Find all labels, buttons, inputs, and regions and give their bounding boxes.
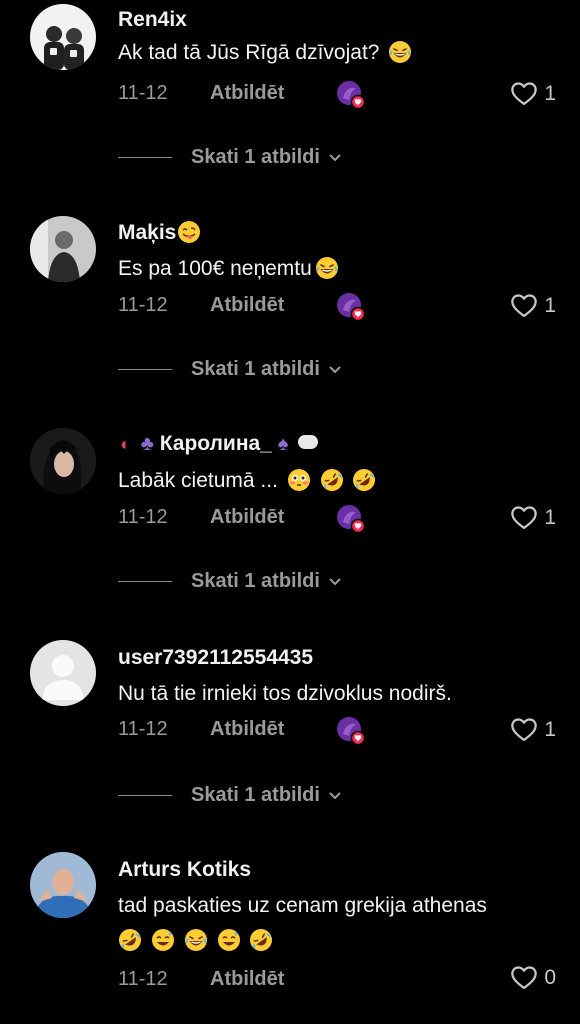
like-count: 0 (544, 966, 556, 989)
reply-button[interactable]: Atbildēt (210, 718, 284, 741)
divider-line (118, 581, 172, 582)
comment-date: 11-12 (118, 506, 168, 528)
comment-text: Es pa 100€ neņemtu (118, 256, 339, 281)
username[interactable]: Arturs Kotiks (118, 858, 251, 882)
comment-text-body: Es pa 100€ neņemtu (118, 257, 312, 280)
like-button[interactable]: 1 (510, 292, 556, 320)
like-count: 1 (544, 82, 556, 105)
comment-emoji-line (118, 928, 273, 953)
view-replies-label: Skati 1 atbildi (191, 784, 320, 806)
heart-outline-icon (510, 964, 538, 992)
divider-line (118, 369, 172, 370)
chevron-down-icon (328, 151, 342, 165)
heart-outline-icon (510, 292, 538, 320)
reply-button[interactable]: Atbildēt (210, 82, 284, 105)
heart-outline-icon (510, 80, 538, 108)
comment-text-body: Labāk cietumā ... (118, 469, 278, 492)
view-replies-label: Skati 1 atbildi (191, 358, 320, 380)
comment-text: Labāk cietumā ... (118, 468, 376, 493)
comment-text: Ak tad tā Jūs Rīgā dzīvojat? (118, 40, 412, 65)
rofl-emoji (352, 468, 376, 492)
reply-button[interactable]: Atbildēt (210, 506, 284, 529)
rofl-emoji (249, 928, 273, 952)
username-text: Maķis (118, 221, 177, 244)
sweat-smile-emoji (151, 928, 175, 952)
fan-icon: ◖ (118, 434, 129, 454)
view-replies-button[interactable]: Skati 1 atbildi (118, 570, 342, 593)
username[interactable]: ◖ ♣ Каролина_ ♠ (118, 432, 319, 456)
like-button[interactable]: 1 (510, 716, 556, 744)
like-button[interactable]: 1 (510, 80, 556, 108)
club-icon: ♣ (140, 433, 154, 455)
spade-icon: ♠ (277, 433, 289, 455)
username-text: Каролина_ (159, 432, 272, 455)
view-replies-label: Skati 1 atbildi (191, 146, 320, 168)
comment-text-body: Ak tad tā Jūs Rīgā dzīvojat? (118, 41, 380, 64)
username[interactable]: Ren4ix (118, 8, 187, 32)
like-button[interactable]: 0 (510, 964, 556, 992)
creator-liked-icon (336, 504, 366, 534)
reply-button[interactable]: Atbildēt (210, 968, 284, 991)
comment-date: 11-12 (118, 294, 168, 316)
divider-line (118, 795, 172, 796)
rofl-emoji (118, 928, 142, 952)
chevron-down-icon (328, 575, 342, 589)
comment-text: tad paskaties uz cenam grekija athenas (118, 894, 487, 917)
laughing-emoji (184, 928, 208, 952)
heart-outline-icon (510, 716, 538, 744)
like-count: 1 (544, 506, 556, 529)
rofl-emoji (320, 468, 344, 492)
avatar[interactable] (30, 852, 96, 918)
speech-bubble-icon (298, 435, 319, 449)
comment-date: 11-12 (118, 718, 168, 740)
view-replies-label: Skati 1 atbildi (191, 570, 320, 592)
comment-text: Nu tā tie irnieki tos dzivoklus nodirš. (118, 682, 452, 705)
avatar[interactable] (30, 4, 96, 70)
creator-liked-icon (336, 716, 366, 746)
heart-outline-icon (510, 504, 538, 532)
chevron-down-icon (328, 363, 342, 377)
avatar[interactable] (30, 640, 96, 706)
view-replies-button[interactable]: Skati 1 atbildi (118, 358, 342, 381)
like-count: 1 (544, 294, 556, 317)
username[interactable]: user7392112554435 (118, 646, 313, 670)
sweat-smile-emoji (217, 928, 241, 952)
grinning-tongue-emoji (177, 220, 201, 244)
creator-liked-icon (336, 80, 366, 110)
laughing-emoji (388, 40, 412, 64)
view-replies-button[interactable]: Skati 1 atbildi (118, 784, 342, 807)
username[interactable]: Maķis (118, 220, 201, 245)
comment-date: 11-12 (118, 968, 168, 990)
like-count: 1 (544, 718, 556, 741)
flushed-emoji (287, 468, 311, 492)
divider-line (118, 157, 172, 158)
creator-liked-icon (336, 292, 366, 322)
view-replies-button[interactable]: Skati 1 atbildi (118, 146, 342, 169)
reply-button[interactable]: Atbildēt (210, 294, 284, 317)
like-button[interactable]: 1 (510, 504, 556, 532)
avatar[interactable] (30, 216, 96, 282)
laughing-emoji (315, 256, 339, 280)
chevron-down-icon (328, 789, 342, 803)
comment-date: 11-12 (118, 82, 168, 104)
avatar[interactable] (30, 428, 96, 494)
